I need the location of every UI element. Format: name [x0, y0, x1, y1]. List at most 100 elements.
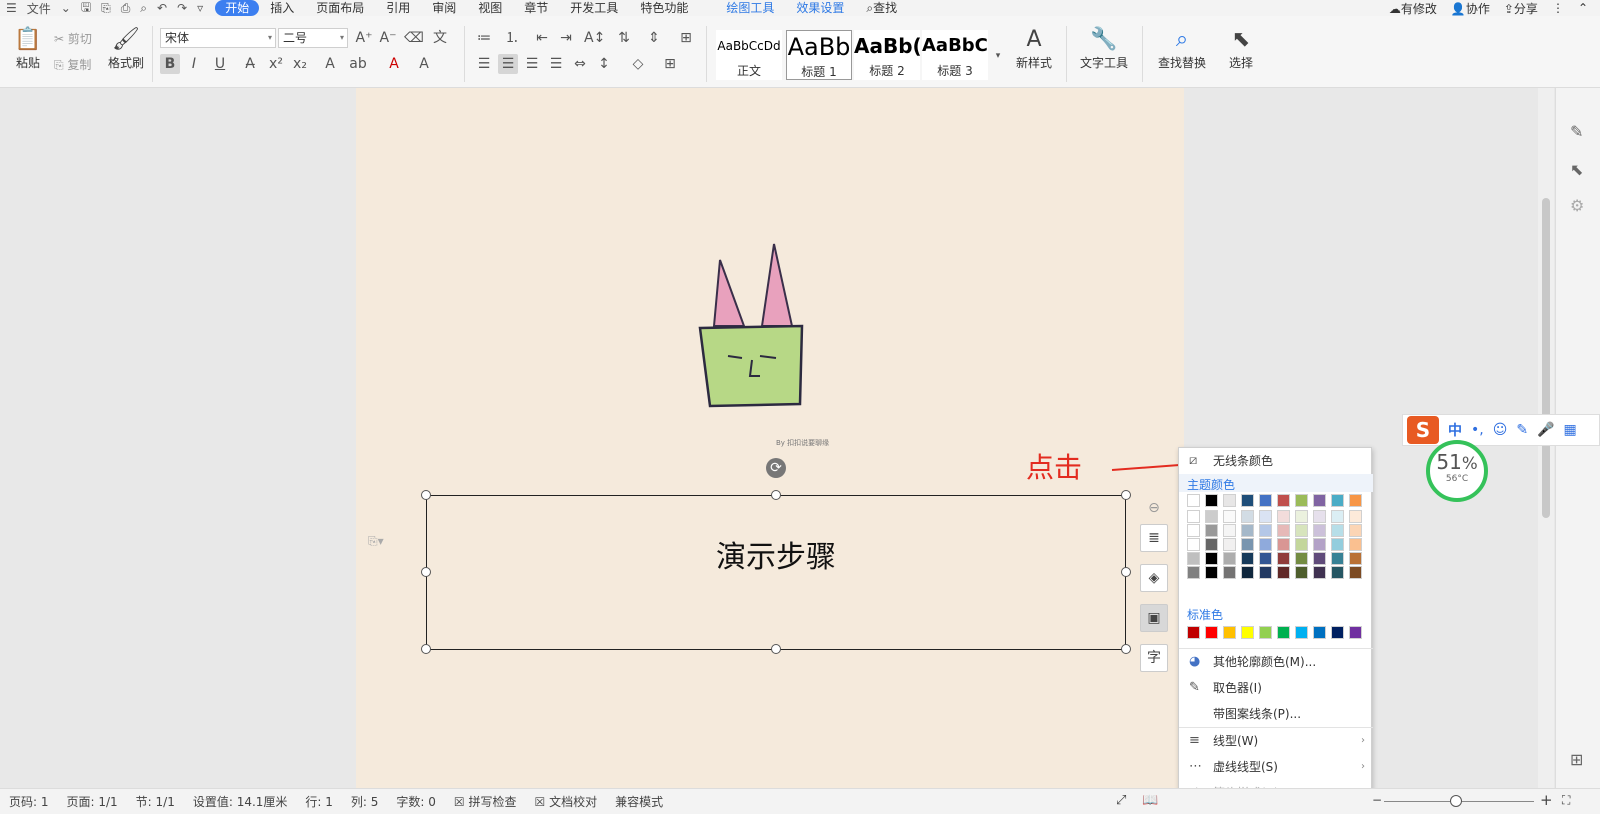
shading-icon[interactable]: ◇ [628, 54, 648, 74]
redo-icon[interactable]: ↷ [177, 1, 187, 15]
theme-color-swatch[interactable] [1187, 524, 1200, 537]
theme-color-swatch[interactable] [1331, 510, 1344, 523]
status-position[interactable]: 设置值: 14.1厘米 [184, 793, 297, 810]
settings-icon[interactable]: ⚙ [1570, 196, 1584, 215]
page[interactable]: By 扣扣说要聊缘 [356, 88, 1184, 788]
more-outline-colors-item[interactable]: ◕ 其他轮廓颜色(M)... [1179, 649, 1373, 675]
standard-color-swatch[interactable] [1241, 626, 1254, 639]
layout-options-icon[interactable]: ⎘▾ [368, 534, 384, 549]
theme-color-swatch[interactable] [1349, 524, 1362, 537]
align-right-icon[interactable]: ☰ [522, 54, 542, 74]
standard-color-swatch[interactable] [1349, 626, 1362, 639]
theme-color-swatch[interactable] [1205, 494, 1218, 507]
theme-color-swatch[interactable] [1259, 566, 1272, 579]
toolbox-icon[interactable]: ▦ [1564, 422, 1577, 438]
system-gauge[interactable]: 51% 56°C [1426, 440, 1488, 502]
standard-color-swatch[interactable] [1295, 626, 1308, 639]
theme-color-swatch[interactable] [1313, 510, 1326, 523]
tab-insert[interactable]: 插入 [259, 0, 305, 16]
status-word-count[interactable]: 字数: 0 [387, 793, 445, 810]
underline-icon[interactable]: U [210, 54, 230, 74]
theme-color-swatch[interactable] [1187, 538, 1200, 551]
theme-color-swatch[interactable] [1205, 510, 1218, 523]
theme-color-swatch[interactable] [1313, 494, 1326, 507]
resize-handle-top-left[interactable] [421, 490, 431, 500]
theme-color-swatch[interactable] [1349, 510, 1362, 523]
char-shading-icon[interactable]: A [414, 54, 434, 74]
tab-special-features[interactable]: 特色功能 [629, 0, 699, 16]
theme-color-swatch[interactable] [1187, 552, 1200, 565]
find-replace-button[interactable]: ⌕ 查找替换 [1148, 26, 1216, 71]
resize-handle-right[interactable] [1121, 567, 1131, 577]
theme-color-swatch[interactable] [1349, 552, 1362, 565]
bullet-list-icon[interactable]: ≔ [474, 28, 494, 48]
style-heading-1[interactable]: AaBb 标题 1 [786, 30, 852, 80]
theme-color-swatch[interactable] [1277, 538, 1290, 551]
standard-color-swatch[interactable] [1187, 626, 1200, 639]
theme-color-swatch[interactable] [1277, 494, 1290, 507]
theme-color-swatch[interactable] [1349, 494, 1362, 507]
table-icon[interactable]: ⊞ [676, 28, 696, 48]
theme-color-swatch[interactable] [1295, 538, 1308, 551]
layout-wrap-icon[interactable]: ≣ [1140, 524, 1168, 552]
paste-button[interactable]: 📋 粘贴 [10, 26, 46, 71]
status-line[interactable]: 行: 1 [296, 793, 342, 810]
font-color-icon[interactable]: A [384, 54, 404, 74]
bunny-drawing[interactable] [692, 238, 812, 408]
theme-color-swatch[interactable] [1349, 566, 1362, 579]
theme-color-swatch[interactable] [1331, 552, 1344, 565]
collapse-ribbon-icon[interactable]: ⌃ [1578, 1, 1588, 15]
theme-color-swatch[interactable] [1259, 494, 1272, 507]
resize-handle-bottom-left[interactable] [421, 644, 431, 654]
more-icon[interactable]: ⋮ [1552, 1, 1564, 15]
outline-color-icon[interactable]: ▣ [1140, 604, 1168, 632]
theme-color-swatch[interactable] [1349, 538, 1362, 551]
collaborate-button[interactable]: 👤协作 [1451, 0, 1490, 17]
select-button[interactable]: ⬉ 选择 [1218, 26, 1264, 71]
status-column[interactable]: 列: 5 [342, 793, 388, 810]
tab-effect-settings[interactable]: 效果设置 [785, 0, 855, 16]
proofread-button[interactable]: ☒ 文档校对 [526, 793, 607, 810]
tab-page-layout[interactable]: 页面布局 [305, 0, 375, 16]
share-button[interactable]: ⇪分享 [1504, 0, 1538, 17]
eyedropper-item[interactable]: ✎ 取色器(I) [1179, 675, 1373, 701]
clear-format-icon[interactable]: ⌫ [404, 28, 424, 48]
zoom-in-icon[interactable]: + [1540, 791, 1553, 809]
theme-color-swatch[interactable] [1223, 566, 1236, 579]
theme-color-swatch[interactable] [1205, 552, 1218, 565]
handwriting-icon[interactable]: ✎ [1516, 422, 1528, 438]
theme-color-swatch[interactable] [1223, 510, 1236, 523]
microphone-icon[interactable]: 🎤 [1537, 422, 1554, 438]
increase-indent-icon[interactable]: ⇥ [556, 28, 576, 48]
theme-color-swatch[interactable] [1295, 510, 1308, 523]
theme-color-swatch[interactable] [1331, 538, 1344, 551]
spell-check-button[interactable]: ☒ 拼写检查 [445, 793, 526, 810]
zoom-slider-knob[interactable] [1450, 795, 1462, 807]
chevron-down-icon[interactable]: ⌄ [61, 1, 71, 15]
customize-icon[interactable]: ▿ [197, 1, 203, 15]
resize-handle-bottom-right[interactable] [1121, 644, 1131, 654]
no-line-color-item[interactable]: ⧄ 无线条颜色 [1179, 448, 1373, 474]
copy-button[interactable]: ⎘ 复制 [54, 56, 91, 73]
spacing-icon[interactable]: ↕ [594, 54, 614, 74]
theme-color-swatch[interactable] [1277, 510, 1290, 523]
shrink-font-icon[interactable]: A⁻ [378, 28, 398, 48]
collapse-icon[interactable]: ⊖ [1140, 495, 1168, 523]
text-effect-icon[interactable]: A [320, 54, 340, 74]
line-style-item[interactable]: ≡ 线型(W) › [1179, 728, 1373, 754]
print-icon[interactable]: ⎙ [121, 1, 131, 16]
theme-color-swatch[interactable] [1241, 494, 1254, 507]
resize-handle-left[interactable] [421, 567, 431, 577]
theme-color-swatch[interactable] [1187, 566, 1200, 579]
cursor-icon[interactable]: ⬉ [1570, 160, 1583, 179]
theme-color-swatch[interactable] [1205, 566, 1218, 579]
file-menu[interactable]: 文件 [27, 0, 51, 17]
tab-drawing-tools[interactable]: 绘图工具 [715, 0, 785, 16]
ime-mode[interactable]: 中 [1448, 420, 1462, 440]
tab-developer[interactable]: 开发工具 [559, 0, 629, 16]
highlight-icon[interactable]: ab [348, 54, 368, 74]
align-left-icon[interactable]: ☰ [474, 54, 494, 74]
resize-handle-top[interactable] [771, 490, 781, 500]
bold-icon[interactable]: B [160, 54, 180, 74]
theme-color-swatch[interactable] [1331, 494, 1344, 507]
